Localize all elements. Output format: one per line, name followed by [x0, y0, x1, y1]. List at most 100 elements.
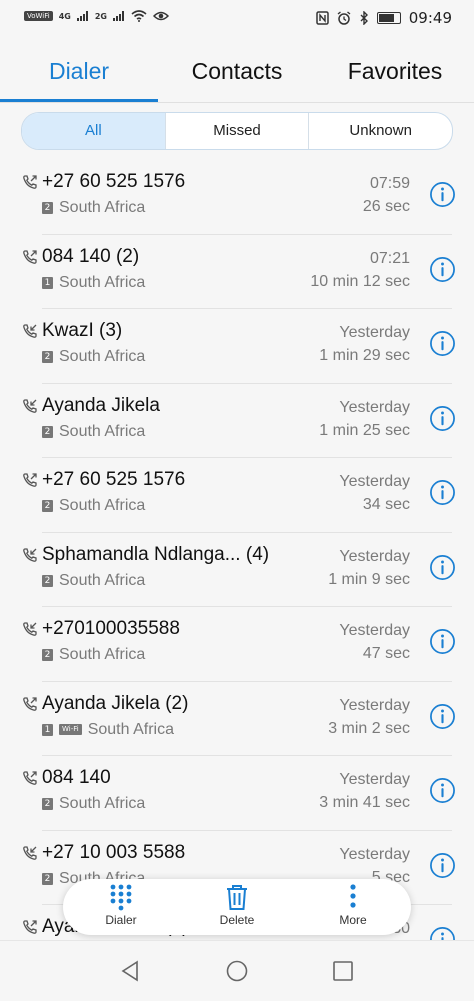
sim-badge: 1 [42, 723, 53, 736]
call-time: Yesterday [339, 845, 410, 863]
sim-badge: 2 [42, 351, 53, 363]
call-row[interactable]: Sphamandla Ndlanga... (4) 2 South Africa Ye… [0, 533, 474, 607]
info-icon[interactable] [429, 628, 456, 655]
incoming-call-icon [23, 547, 37, 562]
caller-name: Ayanda Jikela [42, 394, 160, 416]
call-subline: 2 South Africa [42, 348, 145, 366]
call-duration: 1 min 29 sec [319, 347, 410, 364]
call-duration: 47 sec [362, 645, 410, 662]
more-button[interactable]: More [295, 879, 411, 935]
call-subline: 2 South Africa [42, 572, 145, 590]
info-icon[interactable] [429, 405, 456, 432]
dialer-button[interactable]: Dialer [63, 879, 179, 935]
eye-icon [152, 11, 169, 21]
info-icon[interactable] [429, 554, 456, 581]
call-row[interactable]: +270100035588 2 South Africa Yesterday 47 se… [0, 607, 474, 682]
caller-name: 084 140 [42, 767, 111, 788]
sim-badge: 2 [42, 202, 53, 214]
call-subline: 2 South Africa [42, 646, 145, 664]
caller-name: +27 10 003 5588 [42, 841, 186, 863]
call-location: South Africa [59, 422, 146, 440]
call-time: Yesterday [339, 622, 410, 639]
call-location: South Africa [59, 571, 146, 589]
call-time: Yesterday [339, 696, 410, 714]
info-icon[interactable] [429, 777, 456, 804]
sim-badge: 2 [42, 872, 53, 885]
call-duration: 3 min 2 sec [328, 719, 410, 737]
battery-icon [376, 12, 401, 24]
tab-favorites[interactable]: Favorites [316, 40, 474, 102]
call-location: South Africa [87, 720, 174, 738]
call-duration: 26 sec [362, 198, 410, 215]
sim-badge: 2 [42, 500, 53, 512]
call-location: South Africa [59, 795, 146, 812]
caller-name: Sphamandla Ndlanga... (4) [42, 543, 270, 565]
call-row[interactable]: Ayanda Jikela (2) 1 Wi-Fi South Africa Yeste… [0, 682, 474, 756]
status-left: VoWiFi 4G 2G [24, 10, 169, 22]
call-location: South Africa [59, 497, 146, 514]
caller-name: KwazI (3) [42, 320, 123, 341]
call-row[interactable]: +27 60 525 1576 2 South Africa 07:59 26 sec [0, 160, 474, 235]
info-icon[interactable] [429, 181, 456, 208]
sim-badge: 2 [42, 574, 53, 587]
signal-icon [112, 11, 124, 21]
volte-badge: VoWiFi [24, 11, 53, 21]
call-time: 07:21 [369, 249, 410, 267]
incoming-call-icon [23, 398, 37, 413]
call-subline: 2 South Africa [42, 795, 145, 813]
call-subline: 1 South Africa [42, 274, 145, 292]
call-time: Yesterday [339, 473, 410, 490]
status-bar: VoWiFi 4G 2G 09:49 [0, 0, 474, 40]
info-icon[interactable] [429, 330, 456, 357]
alarm-icon [337, 11, 351, 25]
delete-label: Delete [219, 913, 255, 927]
tabs-divider [0, 102, 474, 103]
network-type-1: 4G [58, 11, 71, 21]
tab-dialer[interactable]: Dialer [0, 40, 158, 102]
call-time: Yesterday [339, 324, 410, 341]
call-location: South Africa [59, 646, 146, 663]
filter-all[interactable]: All [22, 113, 165, 149]
more-label: More [339, 913, 367, 927]
caller-name: +270100035588 [42, 618, 180, 639]
call-time: Yesterday [339, 771, 410, 788]
trash-icon [227, 885, 247, 910]
status-right: 09:49 [316, 9, 452, 27]
call-location: South Africa [59, 199, 146, 216]
outgoing-call-icon [23, 175, 37, 189]
call-duration: 3 min 41 sec [319, 794, 410, 811]
caller-name: 084 140 (2) [42, 245, 140, 267]
wifi-icon [131, 10, 147, 22]
call-time: Yesterday [339, 398, 410, 416]
call-row[interactable]: +27 60 525 1576 2 South Africa Yesterday 34 … [0, 458, 474, 533]
recents-icon[interactable] [331, 959, 355, 983]
call-row[interactable]: Ayanda Jikela 2 South Africa Yesterday 1 min… [0, 384, 474, 458]
home-icon[interactable] [225, 959, 249, 983]
call-location: South Africa [59, 348, 146, 365]
call-subline: 1 Wi-Fi South Africa [42, 721, 174, 739]
outgoing-call-icon [23, 473, 37, 487]
filter-missed[interactable]: Missed [164, 113, 309, 149]
delete-button[interactable]: Delete [179, 879, 295, 935]
call-duration: 1 min 9 sec [328, 570, 410, 588]
dialpad-icon [110, 884, 132, 911]
call-filter: All Missed Unknown [21, 112, 453, 150]
call-row[interactable]: 084 140 2 South Africa Yesterday 3 min 41 se… [0, 756, 474, 831]
network-type-2: 2G [94, 11, 107, 21]
call-row[interactable]: KwazI (3) 2 South Africa Yesterday 1 min 29 … [0, 309, 474, 384]
back-icon[interactable] [118, 959, 142, 983]
call-subline: 2 South Africa [42, 423, 145, 441]
caller-name: +27 60 525 1576 [42, 171, 186, 192]
info-icon[interactable] [429, 256, 456, 283]
incoming-call-icon [23, 622, 37, 636]
filter-unknown[interactable]: Unknown [308, 113, 452, 149]
bottom-toolbar: Dialer Delete More [63, 879, 411, 935]
info-icon[interactable] [429, 852, 456, 879]
call-row[interactable]: 084 140 (2) 1 South Africa 07:21 10 min 12 s… [0, 235, 474, 309]
info-icon[interactable] [429, 703, 456, 730]
more-vertical-icon [350, 884, 356, 908]
call-duration: 10 min 12 sec [310, 272, 410, 290]
tab-contacts[interactable]: Contacts [158, 40, 316, 102]
info-icon[interactable] [429, 479, 456, 506]
outgoing-call-icon [23, 771, 37, 785]
